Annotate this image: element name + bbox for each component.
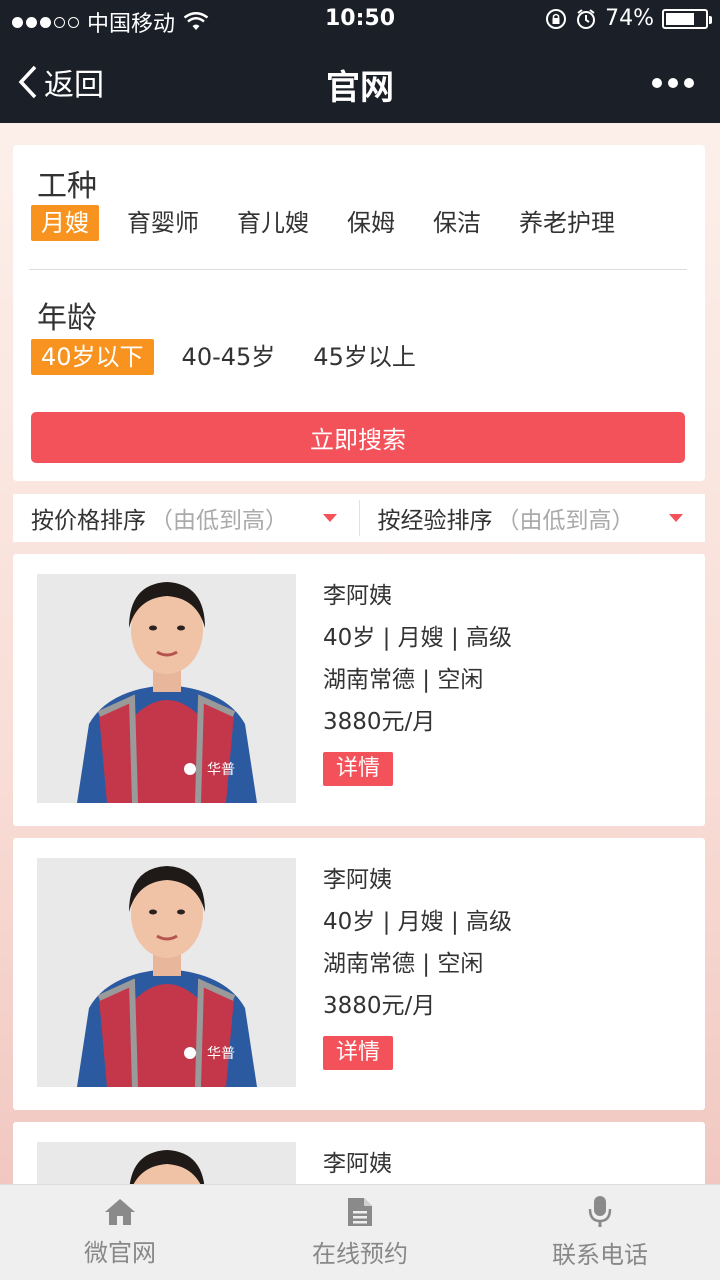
job-type-options: 月嫂 育婴师 育儿嫂 保姆 保洁 养老护理	[31, 205, 643, 241]
status-right: 74%	[545, 6, 712, 31]
sort-bar: 按价格排序 （由低到高） 按经验排序 （由低到高）	[13, 494, 705, 542]
nav-bar: 返回 官网	[0, 40, 720, 123]
age-option[interactable]: 45岁以上	[303, 339, 426, 375]
nanny-name: 李阿姨	[323, 867, 392, 893]
sort-experience-label: 按经验排序	[377, 508, 493, 534]
page-title: 官网	[326, 68, 394, 108]
battery-icon	[662, 8, 712, 29]
nanny-photo: 华普	[37, 858, 296, 1087]
more-menu-button[interactable]	[652, 78, 694, 88]
caret-down-icon	[669, 514, 683, 522]
rotation-lock-icon	[546, 8, 567, 29]
tab-label: 在线预约	[312, 1240, 408, 1268]
nanny-info: 李阿姨 40岁 | 月嫂 | 高级 湖南常德 | 空闲 3880元/月 详情	[323, 580, 512, 786]
nanny-price: 3880元/月	[323, 709, 436, 735]
apron-logo-text: 华普	[207, 762, 235, 778]
status-bar: 中国移动 10:50 74%	[0, 0, 720, 40]
filter-panel: 工种 月嫂 育婴师 育儿嫂 保姆 保洁 养老护理 年龄 40岁以下 40-45岁…	[13, 145, 705, 481]
alarm-icon	[577, 8, 596, 29]
sort-by-price[interactable]: 按价格排序 （由低到高）	[13, 494, 359, 542]
job-type-title: 工种	[37, 169, 97, 204]
nanny-card[interactable]: 华普 李阿姨 40岁 | 月嫂 | 高级 湖南常德 | 空闲 3880元/月 详…	[13, 554, 705, 826]
detail-button[interactable]: 详情	[323, 1036, 394, 1070]
job-type-option[interactable]: 保姆	[337, 205, 405, 241]
sort-price-sub: （由低到高）	[150, 508, 288, 534]
microphone-icon	[588, 1196, 612, 1227]
nanny-profile: 40岁 | 月嫂 | 高级	[323, 909, 513, 935]
battery-percent: 74%	[605, 6, 654, 31]
job-type-option[interactable]: 育婴师	[117, 205, 209, 241]
document-icon	[348, 1198, 372, 1226]
caret-down-icon	[322, 514, 337, 522]
home-icon	[105, 1199, 135, 1225]
apron-logo-text: 华普	[207, 1046, 235, 1062]
nanny-info: 李阿姨 40岁 | 月嫂 | 高级 湖南常德 | 空闲 3880元/月 详情	[323, 864, 512, 1070]
job-type-option[interactable]: 育儿嫂	[227, 205, 319, 241]
tab-micro-site[interactable]: 微官网	[0, 1185, 240, 1280]
nanny-profile: 40岁 | 月嫂 | 高级	[323, 625, 513, 651]
age-options: 40岁以下 40-45岁 45岁以上	[31, 339, 444, 375]
sort-by-experience[interactable]: 按经验排序 （由低到高）	[360, 494, 706, 542]
age-title: 年龄	[37, 301, 97, 336]
tab-label: 联系电话	[552, 1241, 648, 1269]
age-option[interactable]: 40-45岁	[172, 339, 286, 375]
nanny-price: 3880元/月	[323, 993, 436, 1019]
nanny-location-status: 湖南常德 | 空闲	[323, 667, 484, 693]
job-type-option[interactable]: 月嫂	[31, 205, 99, 241]
nanny-location-status: 湖南常德 | 空闲	[323, 951, 484, 977]
tab-online-booking[interactable]: 在线预约	[240, 1185, 480, 1280]
nanny-card[interactable]: 华普 李阿姨 40岁 | 月嫂 | 高级 湖南常德 | 空闲 3880元/月 详…	[13, 838, 705, 1110]
tab-contact-phone[interactable]: 联系电话	[480, 1185, 720, 1280]
nanny-photo: 华普	[37, 574, 296, 803]
detail-button[interactable]: 详情	[323, 752, 394, 786]
age-option[interactable]: 40岁以下	[31, 339, 154, 375]
job-type-option[interactable]: 保洁	[423, 205, 491, 241]
job-type-option[interactable]: 养老护理	[509, 205, 625, 241]
tab-label: 微官网	[84, 1239, 156, 1267]
filter-divider	[29, 269, 687, 270]
search-button[interactable]: 立即搜索	[31, 412, 685, 463]
sort-price-label: 按价格排序	[31, 508, 146, 534]
bottom-tab-bar: 微官网 在线预约 联系电话	[0, 1184, 720, 1280]
nanny-name: 李阿姨	[323, 583, 392, 609]
sort-experience-sub: （由低到高）	[496, 508, 635, 534]
